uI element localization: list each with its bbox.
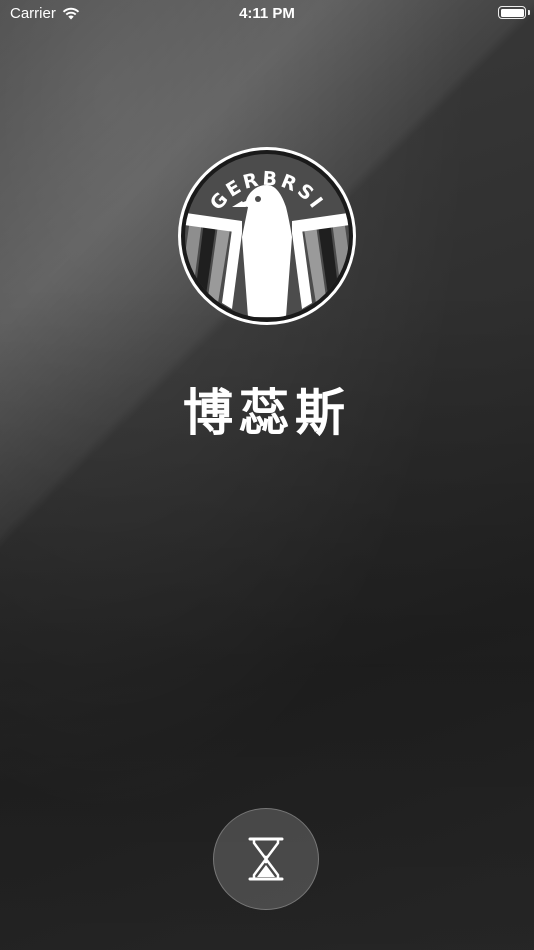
splash-screen: Carrier 4:11 PM GERBRSI 博蕊斯 xyxy=(0,0,534,950)
battery-cap xyxy=(528,10,530,15)
status-bar: Carrier 4:11 PM xyxy=(0,0,534,28)
battery-icon xyxy=(498,6,526,19)
brand-logo: GERBRSI xyxy=(176,145,358,327)
loading-button[interactable] xyxy=(213,808,319,910)
battery-level xyxy=(500,8,524,17)
status-time: 4:11 PM xyxy=(239,5,295,22)
hourglass-icon xyxy=(248,837,284,881)
brand-title: 博蕊斯 xyxy=(183,384,351,442)
eagle-emblem-icon: GERBRSI xyxy=(178,147,356,325)
